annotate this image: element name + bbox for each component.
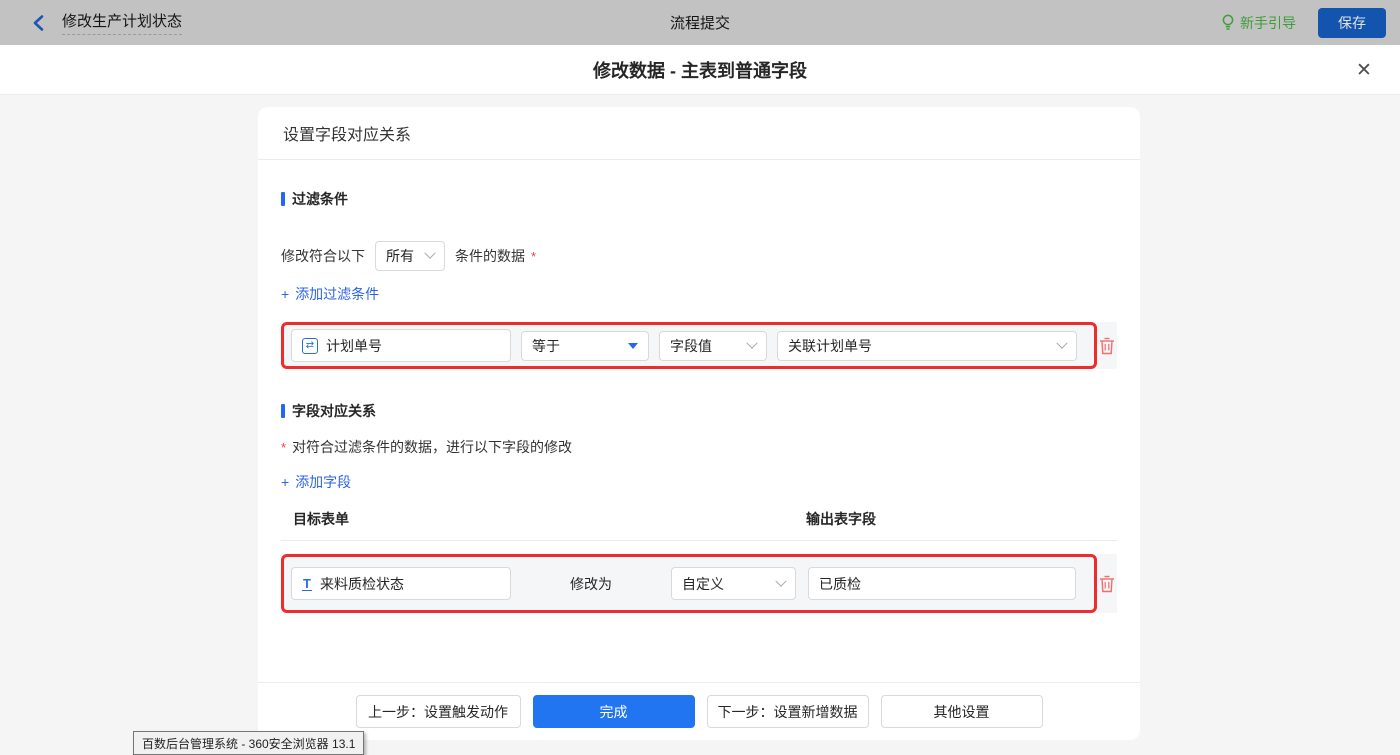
footer-buttons: 上一步：设置触发动作 完成 下一步：设置新增数据 其他设置 (258, 695, 1140, 728)
trash-icon (1099, 337, 1115, 355)
value-type-select[interactable]: 字段值 (659, 331, 767, 361)
trash-icon (1099, 575, 1115, 593)
mapping-note: * 对符合过滤条件的数据，进行以下字段的修改 (281, 437, 1117, 457)
delete-filter-row-button[interactable] (1097, 337, 1117, 355)
filter-condition-row: ⇄ 计划单号 等于 字段值 关联计划单号 (281, 322, 1117, 369)
highlight-box-filter: ⇄ 计划单号 等于 字段值 关联计划单号 (281, 322, 1097, 369)
done-button[interactable]: 完成 (533, 695, 695, 728)
flow-name[interactable]: 修改生产计划状态 (62, 10, 182, 35)
chevron-down-icon (746, 337, 757, 348)
column-divider (281, 540, 1117, 541)
modal-title: 修改数据 - 主表到普通字段 (0, 45, 1400, 95)
chevron-down-icon (424, 248, 435, 259)
highlight-box-mapping: T 来料质检状态 修改为 自定义 已质检 (281, 554, 1097, 613)
relation-field-icon: ⇄ (302, 338, 318, 354)
next-step-button[interactable]: 下一步：设置新增数据 (707, 695, 869, 728)
prev-step-button[interactable]: 上一步：设置触发动作 (356, 695, 521, 728)
required-asterisk: * (531, 249, 536, 264)
column-headers: 目标表单 输出表字段 (281, 509, 1117, 529)
other-settings-button[interactable]: 其他设置 (881, 695, 1043, 728)
match-mode-select[interactable]: 所有 (375, 241, 445, 271)
chevron-down-icon (775, 575, 786, 586)
target-field-input[interactable]: T 来料质检状态 (291, 567, 511, 600)
add-filter-condition-link[interactable]: + 添加过滤条件 (281, 284, 379, 304)
browser-title-tooltip: 百数后台管理系统 - 360安全浏览器 13.1 (133, 731, 364, 755)
section-accent-bar (281, 404, 285, 418)
field-mapping-row: T 来料质检状态 修改为 自定义 已质检 (281, 554, 1117, 613)
beginner-guide-link[interactable]: 新手引导 (1221, 13, 1296, 33)
plus-icon: + (281, 286, 289, 302)
section-accent-bar (281, 192, 285, 206)
footer-divider (258, 682, 1140, 683)
required-asterisk: * (281, 440, 286, 455)
delete-mapping-row-button[interactable] (1097, 575, 1117, 593)
card-title: 设置字段对应关系 (258, 107, 1140, 160)
close-icon[interactable]: ✕ (1352, 58, 1376, 82)
add-field-link[interactable]: + 添加字段 (281, 472, 351, 492)
text-field-icon: T (302, 577, 312, 591)
filter-field-input[interactable]: ⇄ 计划单号 (291, 329, 511, 362)
target-form-column-header: 目标表单 (281, 509, 806, 529)
caret-down-icon (628, 343, 638, 349)
settings-card: 设置字段对应关系 过滤条件 修改符合以下 所有 条件的数据 * + 添加过滤条件… (258, 107, 1140, 740)
condition-prefix: 修改符合以下 (281, 246, 365, 266)
top-bar: 修改生产计划状态 流程提交 新手引导 保存 (0, 0, 1400, 45)
modify-to-label: 修改为 (511, 574, 671, 594)
mapping-section-title: 字段对应关系 (281, 401, 1117, 421)
output-value-input[interactable]: 已质检 (808, 567, 1076, 600)
output-field-column-header: 输出表字段 (806, 509, 876, 529)
condition-suffix: 条件的数据 (455, 246, 525, 266)
lightbulb-icon (1221, 14, 1235, 31)
condition-line: 修改符合以下 所有 条件的数据 * (281, 241, 1117, 271)
save-button[interactable]: 保存 (1318, 8, 1386, 38)
modal-header: 修改数据 - 主表到普通字段 ✕ (0, 45, 1400, 95)
value-field-select[interactable]: 关联计划单号 (777, 331, 1077, 361)
back-icon[interactable] (30, 14, 48, 32)
chevron-down-icon (1056, 337, 1067, 348)
value-mode-select[interactable]: 自定义 (671, 567, 796, 600)
flow-step-title: 流程提交 (0, 12, 1400, 33)
operator-select[interactable]: 等于 (521, 331, 649, 361)
plus-icon: + (281, 474, 289, 490)
guide-label: 新手引导 (1240, 13, 1296, 33)
filter-section-title: 过滤条件 (281, 189, 1117, 209)
